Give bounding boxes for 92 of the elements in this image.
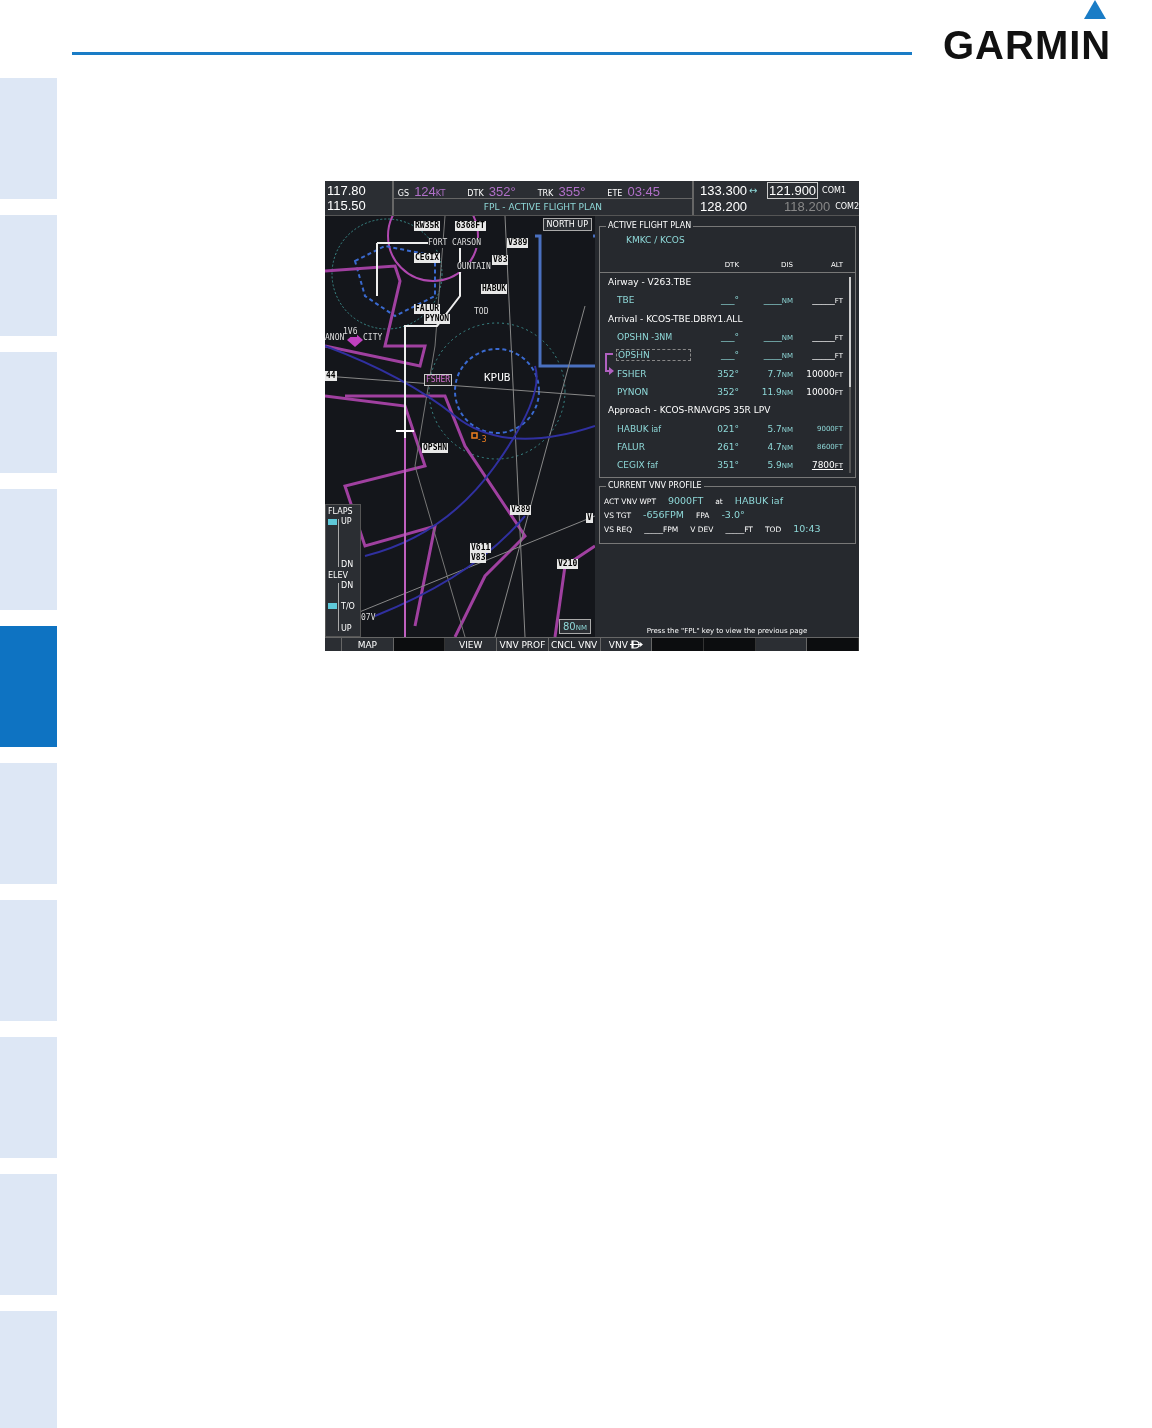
section-tab[interactable] (0, 1037, 57, 1158)
map-label: V611 (470, 543, 492, 553)
desired-track: 261° (716, 441, 739, 452)
gauge-mark: T/O (341, 602, 355, 611)
desired-track: ___° (720, 350, 739, 361)
map-label: PYNON (424, 314, 451, 324)
map-marker-label: -3 (477, 435, 487, 445)
map-label: V389 (507, 238, 529, 248)
data-field: TRK 355° (537, 181, 586, 200)
map-label: 44 (325, 371, 337, 381)
map-label: OPSHN (422, 443, 449, 453)
panel-title: CURRENT VNV PROFILE (606, 481, 704, 490)
softkey[interactable]: VIEW (445, 638, 498, 651)
gauge-mark: DN (341, 560, 354, 569)
waypoint-name[interactable]: FSHER (616, 368, 648, 379)
com-standby-frequency[interactable]: 118.200 (783, 198, 832, 214)
softkey[interactable]: CNCL VNV (548, 638, 601, 651)
triangle-icon (1084, 0, 1107, 19)
com-label: COM1 (822, 185, 846, 195)
scroll-bar[interactable] (849, 277, 851, 473)
map-label: FORT CARSON (428, 238, 481, 248)
panel-title: ACTIVE FLIGHT PLAN (606, 221, 694, 230)
procedure-header: Approach - KCOS-RNAVGPS 35R LPV (608, 404, 772, 418)
data-field: GS 124KT (397, 181, 446, 200)
map-label: 07V (361, 613, 376, 623)
waypoint-name[interactable]: HABUK iaf (616, 423, 663, 434)
profile-text: 9000FT (668, 495, 704, 506)
map-label: V83 (470, 553, 487, 563)
map-label: 1V6 (343, 327, 358, 337)
section-tab[interactable] (0, 1311, 57, 1428)
profile-text: HABUK iaf (734, 495, 783, 506)
waypoint-name[interactable]: FALUR (616, 441, 646, 452)
section-tab[interactable] (0, 763, 57, 884)
desired-track: 352° (716, 368, 739, 379)
desired-track: 352° (716, 386, 739, 397)
map-label: V210 (557, 559, 579, 569)
desired-track: ___° (720, 332, 739, 343)
procedure-header: Arrival - KCOS-TBE.DBRY1.ALL (608, 312, 744, 326)
map-label: FALUR (414, 304, 441, 314)
section-tab[interactable] (0, 1174, 57, 1295)
section-tab[interactable] (0, 626, 57, 747)
data-field: ETE 03:45 (607, 181, 660, 200)
map-label: ANON (325, 333, 345, 343)
softkey[interactable]: MAP (342, 638, 394, 651)
map-label: RW35R (414, 221, 441, 231)
gauge-title: ELEV (328, 570, 350, 581)
desired-track: 021° (716, 423, 739, 434)
data-field: DTK 352° (467, 181, 516, 200)
airport-label: KPUB (484, 371, 511, 384)
profile-text: -3.0° (721, 509, 745, 520)
direct-to-icon (629, 640, 643, 649)
garmin-logo: GARMIN (943, 0, 1112, 65)
waypoint-name[interactable]: PYNON (616, 386, 650, 397)
profile-text: 10:43 (793, 523, 821, 534)
route-name: KMKC / KCOS (626, 235, 686, 245)
waypoint-name[interactable]: OPSHN -3NM (616, 332, 674, 343)
orientation-label[interactable]: NORTH UP (542, 218, 592, 231)
map-label: TOD (474, 307, 489, 317)
page-title: FPL - ACTIVE FLIGHT PLAN (482, 201, 604, 214)
desired-track: ___° (720, 295, 739, 306)
gauge-mark: DN (341, 580, 355, 590)
nav-frequency: 117.80 (327, 183, 367, 198)
waypoint-name[interactable]: TBE (616, 295, 636, 306)
waypoint-name[interactable]: CEGIX faf (616, 460, 659, 471)
map-label: CEGIX (414, 253, 441, 263)
transfer-arrow: ↔ (749, 184, 759, 196)
section-tab[interactable] (0, 489, 57, 610)
desired-track: 351° (716, 460, 739, 471)
map-label: HABUK (481, 284, 508, 294)
map-label: V389 (510, 505, 532, 515)
com-standby-frequency[interactable]: 121.900 (767, 181, 819, 199)
com-active-frequency: 128.200 (700, 198, 748, 214)
softkey[interactable]: VNV PROF (497, 638, 549, 651)
gauge-mark: UP (341, 623, 353, 633)
section-tab[interactable] (0, 215, 57, 336)
gauge-mark: UP (341, 517, 353, 526)
map-label: OUNTAIN (457, 262, 491, 272)
map-label: V83 (492, 255, 509, 265)
profile-text: -656FPM (643, 509, 684, 520)
map-label: CITY (363, 333, 383, 343)
section-tab[interactable] (0, 78, 57, 199)
com-label: COM2 (835, 201, 859, 211)
map-label: V (586, 513, 593, 523)
waypoint-name[interactable]: OPSHN (616, 349, 691, 362)
com-active-frequency: 133.300 (700, 182, 748, 198)
active-waypoint-label: FSHER (424, 374, 453, 386)
section-tab[interactable] (0, 352, 57, 473)
map-label: 6368FT (455, 221, 486, 231)
nav-frequency: 115.50 (327, 198, 367, 213)
section-tab[interactable] (0, 900, 57, 1021)
procedure-header: Airway - V263.TBE (608, 276, 693, 289)
gauge-title: FLAPS (328, 507, 354, 517)
